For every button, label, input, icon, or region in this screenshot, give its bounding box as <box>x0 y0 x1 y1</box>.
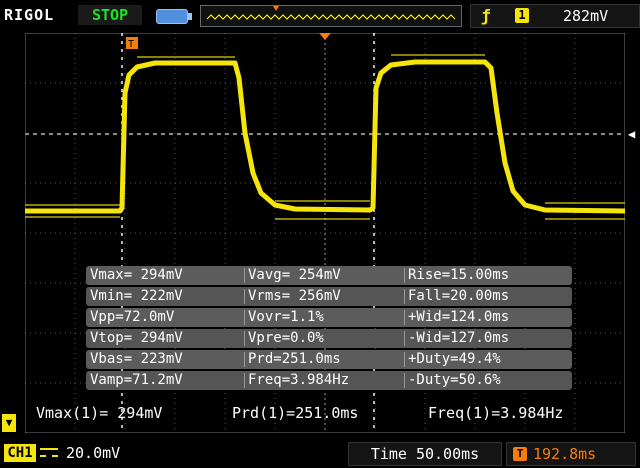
meas-pos-width: +Wid=124.0ms <box>408 309 510 325</box>
meas-neg-width: -Wid=127.0ms <box>408 330 510 346</box>
meas-vavg: Vavg= 254mV <box>248 267 341 283</box>
meas-freq: Freq=3.984Hz <box>248 372 350 388</box>
measurement-table: Vmax= 294mV Vavg= 254mV Rise=15.00ms Vmi… <box>86 266 572 392</box>
rising-edge-icon: ƒ <box>481 6 491 25</box>
trigger-source-badge: 1 <box>515 8 529 23</box>
svg-text:T: T <box>128 39 134 50</box>
bottom-status-bar: CH1 20.0mV Time 50.00ms T 192.8ms <box>0 438 640 468</box>
active-measurements-bar: Vmax(1)= 294mV Prd(1)=251.0ms Freq(1)=3.… <box>0 404 640 426</box>
trigger-panel[interactable]: ƒ 1 282mV <box>470 4 640 28</box>
meas-vamp: Vamp=71.2mV <box>90 372 183 388</box>
brand-logo: RIGOL <box>4 6 55 24</box>
measurement-row: Vbas= 223mV Prd=251.0ms +Duty=49.4% <box>86 350 572 369</box>
timebase-scale[interactable]: Time 50.00ms <box>348 442 502 466</box>
grid-right-arrow-icon: ◀ <box>628 127 636 141</box>
channel1-ground-marker-icon[interactable]: ▼ <box>2 414 16 432</box>
meas-vbase: Vbas= 223mV <box>90 351 183 367</box>
trigger-position-icon <box>273 6 279 11</box>
meas-vtop: Vtop= 294mV <box>90 330 183 346</box>
trigger-time-marker <box>319 33 331 40</box>
meas-neg-duty: -Duty=50.6% <box>408 372 501 388</box>
active-meas-vmax: Vmax(1)= 294mV <box>36 404 163 422</box>
trigger-offset-value: 192.8ms <box>533 445 597 463</box>
measurement-row: Vmin= 222mV Vrms= 256mV Fall=20.00ms <box>86 287 572 306</box>
dc-coupling-icon <box>40 448 58 457</box>
measurement-row: Vmax= 294mV Vavg= 254mV Rise=15.00ms <box>86 266 572 285</box>
meas-period: Prd=251.0ms <box>248 351 341 367</box>
meas-rise: Rise=15.00ms <box>408 267 510 283</box>
active-meas-period: Prd(1)=251.0ms <box>232 404 359 422</box>
trigger-offset-panel[interactable]: T 192.8ms <box>506 442 636 466</box>
trigger-offset-icon: T <box>513 447 527 461</box>
top-status-bar: RIGOL STOP ƒ 1 282mV <box>0 0 640 30</box>
channel1-button[interactable]: CH1 <box>4 444 36 462</box>
measurement-row: Vpp=72.0mV Vovr=1.1% +Wid=124.0ms <box>86 308 572 327</box>
active-meas-freq: Freq(1)=3.984Hz <box>428 404 564 422</box>
meas-vpp: Vpp=72.0mV <box>90 309 175 325</box>
meas-vmin: Vmin= 222mV <box>90 288 183 304</box>
channel1-vertical-scale[interactable]: 20.0mV <box>66 444 120 462</box>
run-stop-status[interactable]: STOP <box>78 5 142 25</box>
measurement-row: Vtop= 294mV Vpre=0.0% -Wid=127.0ms <box>86 329 572 348</box>
meas-vovr: Vovr=1.1% <box>248 309 324 325</box>
meas-pos-duty: +Duty=49.4% <box>408 351 501 367</box>
meas-vrms: Vrms= 256mV <box>248 288 341 304</box>
meas-vpre: Vpre=0.0% <box>248 330 324 346</box>
memory-waveform-preview <box>206 6 456 20</box>
meas-fall: Fall=20.00ms <box>408 288 510 304</box>
memory-depth-bar <box>200 5 462 27</box>
battery-icon <box>156 9 192 24</box>
measurement-row: Vamp=71.2mV Freq=3.984Hz -Duty=50.6% <box>86 371 572 390</box>
meas-vmax: Vmax= 294mV <box>90 267 183 283</box>
trigger-level: 282mV <box>563 7 609 25</box>
